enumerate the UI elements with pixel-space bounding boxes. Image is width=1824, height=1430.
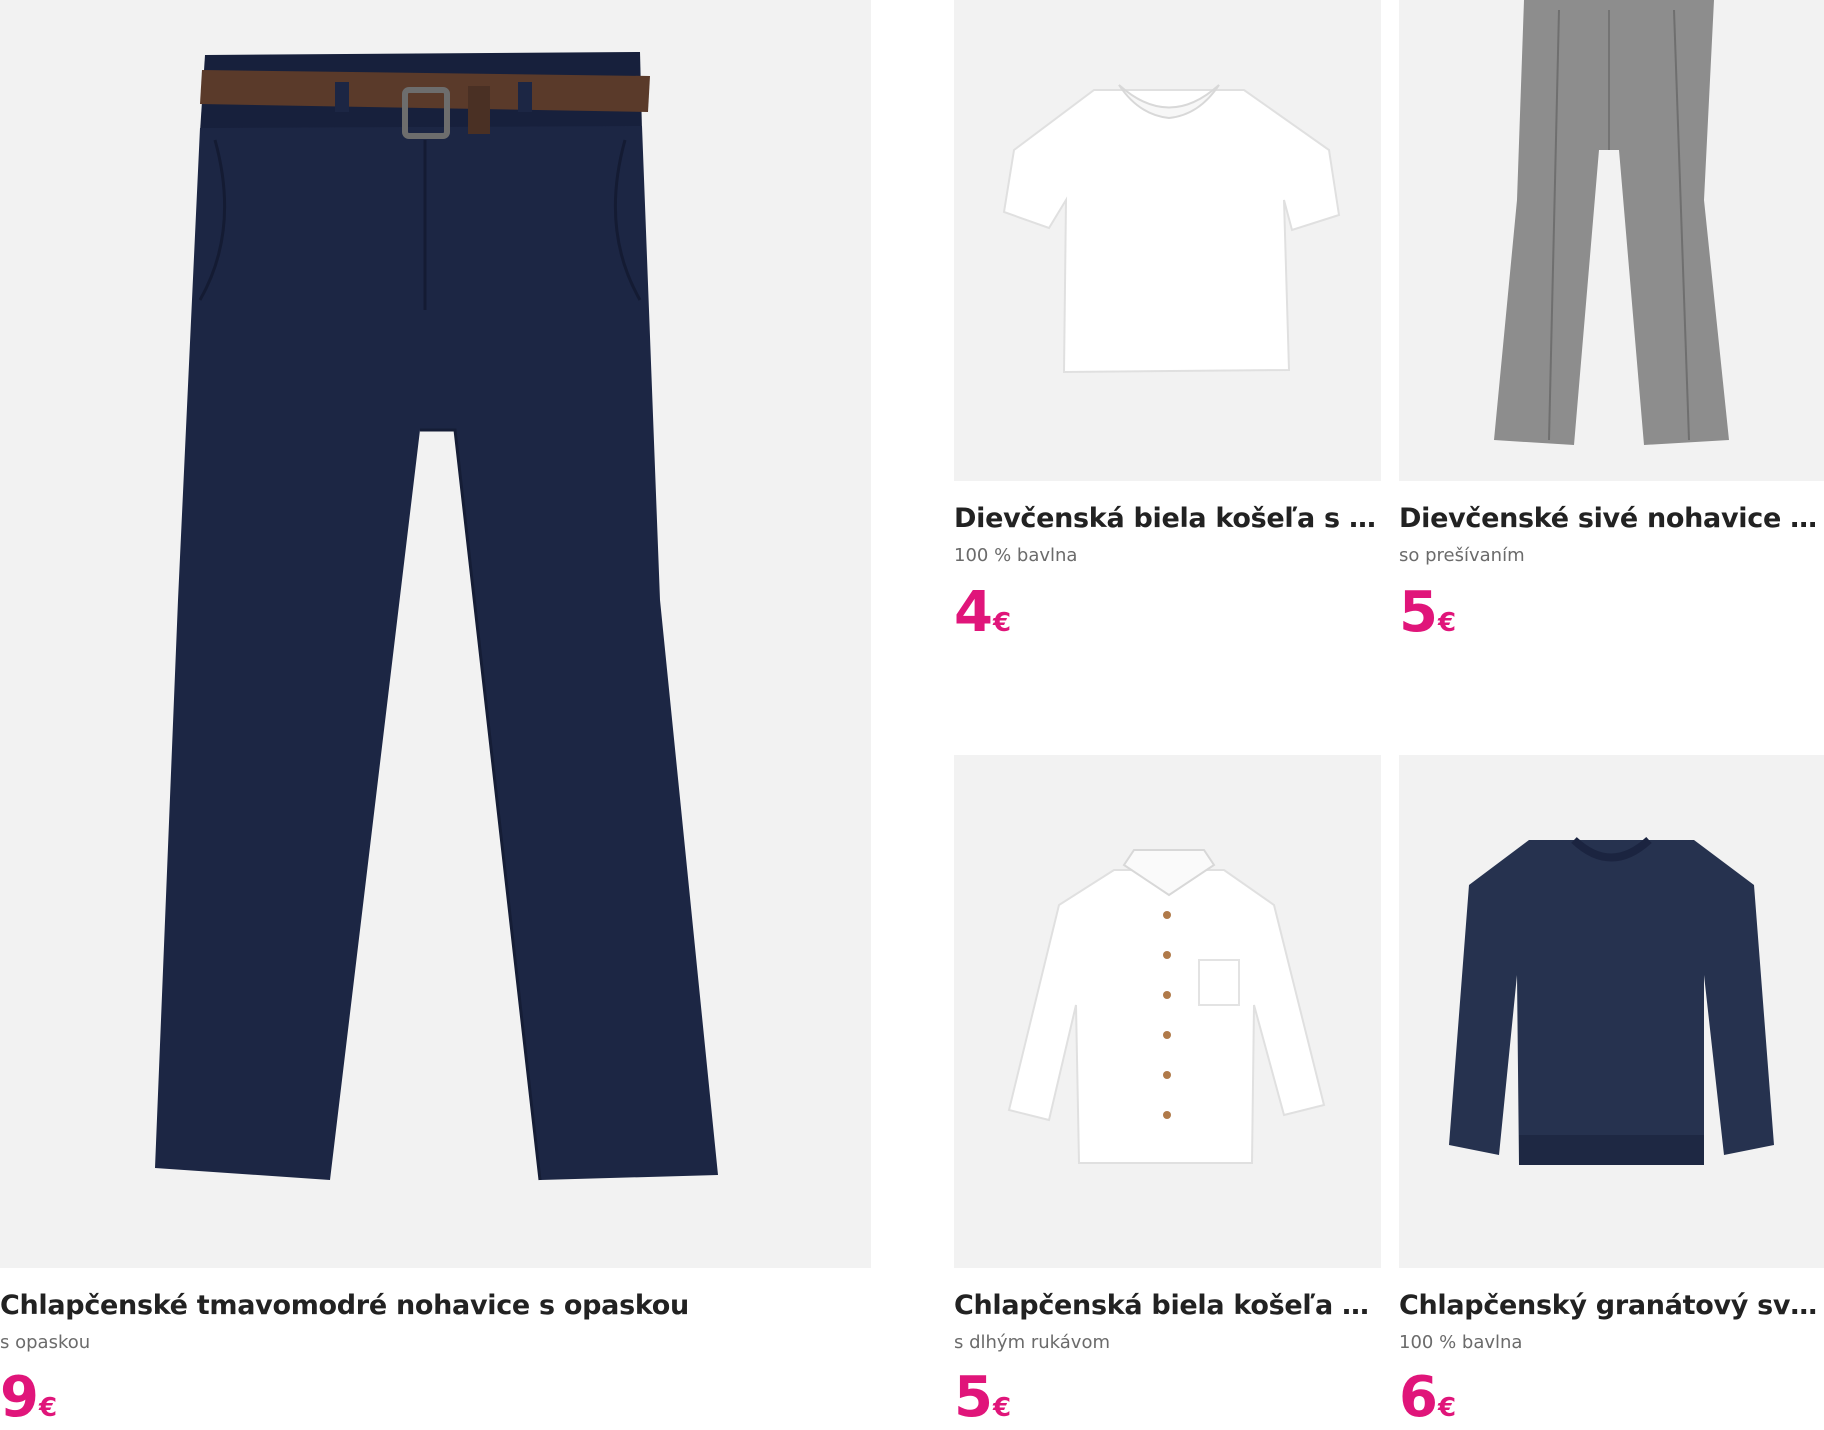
product-image-white-shirt[interactable] [954,755,1381,1268]
product-price: 5€ [954,1370,1011,1426]
product-image-grey-trousers[interactable] [1399,0,1824,481]
price-currency: € [1437,1393,1457,1423]
white-long-sleeve-shirt-image [1007,849,1326,1164]
product-price: 4€ [954,585,1011,641]
price-value: 4 [954,580,993,645]
price-currency: € [992,608,1012,638]
grey-flared-trousers-image [1494,0,1729,445]
price-currency: € [992,1393,1012,1423]
product-card-navy-trousers[interactable]: Chlapčenské tmavomodré nohavice s opasko… [0,0,871,1426]
product-subtitle: s opaskou [0,1332,91,1353]
product-subtitle: s dlhým rukávom [954,1332,1110,1353]
product-subtitle: so prešívaním [1399,545,1525,566]
product-image-navy-trousers[interactable] [0,0,871,1268]
product-card-white-shirt[interactable]: Chlapčenská biela košeľa s dl... s dlhým… [954,755,1381,1426]
product-subtitle: 100 % bavlna [954,545,1078,566]
product-price: 5€ [1399,585,1456,641]
navy-trousers-image [155,52,718,1181]
product-title[interactable]: Chlapčenské tmavomodré nohavice s opasko… [0,1290,871,1321]
product-price: 9€ [0,1370,57,1426]
product-title[interactable]: Chlapčenská biela košeľa s dl... [954,1290,1381,1321]
product-card-navy-sweater[interactable]: Chlapčenský granátový svete... 100 % bav… [1399,755,1824,1426]
product-card-white-blouse[interactable]: Dievčenská biela košeľa s čipk... 100 % … [954,0,1381,700]
product-image-navy-sweater[interactable] [1399,755,1824,1268]
product-card-grey-trousers[interactable]: Dievčenské sivé nohavice s pu... so preš… [1399,0,1824,700]
product-price: 6€ [1399,1370,1456,1426]
product-title[interactable]: Dievčenské sivé nohavice s pu... [1399,503,1824,534]
price-value: 9 [0,1365,39,1430]
product-image-white-blouse[interactable] [954,0,1381,481]
product-subtitle: 100 % bavlna [1399,1332,1523,1353]
navy-sweater-image [1449,836,1774,1165]
price-value: 6 [1399,1365,1438,1430]
white-blouse-image [1002,84,1341,374]
price-value: 5 [954,1365,993,1430]
price-currency: € [38,1393,58,1423]
price-value: 5 [1399,580,1438,645]
product-title[interactable]: Dievčenská biela košeľa s čipk... [954,503,1381,534]
product-title[interactable]: Chlapčenský granátový svete... [1399,1290,1824,1321]
price-currency: € [1437,608,1457,638]
